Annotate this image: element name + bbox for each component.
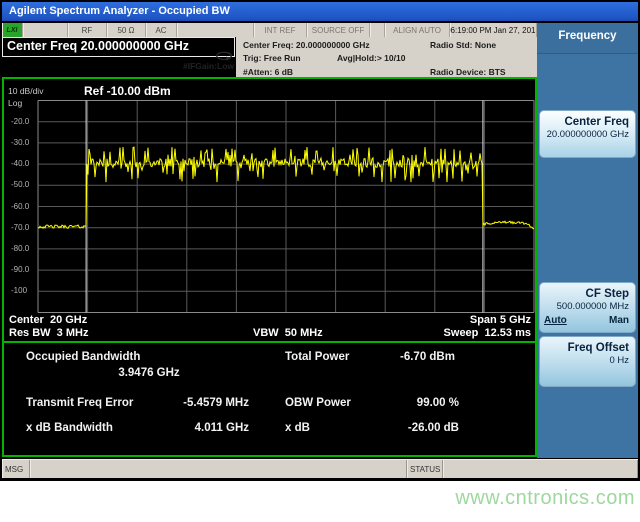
- total-power-value: -6.70 dBm: [400, 351, 455, 363]
- freq-offset-softkey[interactable]: Freq Offset 0 Hz: [539, 336, 636, 387]
- obw-power-label: OBW Power: [285, 397, 351, 409]
- analyzer-window: Agilent Spectrum Analyzer - Occupied BW …: [0, 0, 640, 481]
- status-label: STATUS: [407, 460, 443, 478]
- y-axis-label: -20.0: [11, 117, 29, 126]
- vbw-annotation: VBW 50 MHz: [253, 327, 323, 339]
- lxi-badge: LXI: [2, 23, 23, 37]
- xdb-label: x dB: [285, 422, 310, 434]
- y-axis-label: -70.0: [11, 223, 29, 232]
- y-axis-label: -90.0: [11, 265, 29, 274]
- watermark: www.cntronics.com: [455, 487, 635, 510]
- message-status-bar: MSG STATUS: [2, 459, 638, 478]
- status-coupling: AC: [146, 23, 177, 37]
- msg-field: [30, 460, 407, 478]
- y-axis-label: -40.0: [11, 159, 29, 168]
- status-rf: RF: [68, 23, 107, 37]
- obw-label: Occupied Bandwidth: [26, 351, 140, 363]
- status-spacer: [370, 23, 385, 37]
- status-source: SOURCE OFF: [307, 23, 370, 37]
- setting-trigger: Trig: Free Run: [243, 53, 301, 63]
- spectrum-plot: [37, 100, 535, 313]
- y-axis-label: -60.0: [11, 202, 29, 211]
- y-axis-label: -80.0: [11, 244, 29, 253]
- span-annotation: Span 5 GHz: [470, 314, 531, 326]
- spectrum-graph: 10 dB/div Log Ref -10.00 dBm -20.0-30.0-…: [4, 79, 535, 341]
- center-freq-annotation: Center 20 GHz: [9, 314, 87, 326]
- cf-step-softkey-label: CF Step: [544, 288, 629, 301]
- page: Agilent Spectrum Analyzer - Occupied BW …: [0, 0, 640, 522]
- setting-atten: #Atten: 6 dB: [243, 67, 293, 77]
- xdb-value: -26.00 dB: [364, 422, 459, 434]
- active-function-display: Center Freq 20.000000000 GHz: [2, 37, 235, 57]
- softkey-menu-title: Frequency: [537, 23, 638, 53]
- cf-step-man-option[interactable]: Man: [609, 314, 629, 328]
- obw-power-value: 99.00 %: [364, 397, 459, 409]
- cf-step-auto-option[interactable]: Auto: [544, 314, 567, 328]
- setting-center-freq: Center Freq: 20.000000000 GHz: [243, 40, 370, 50]
- setting-radio-std: Radio Std: None: [430, 40, 496, 50]
- window-titlebar: Agilent Spectrum Analyzer - Occupied BW: [2, 2, 638, 21]
- sweep-annotation: Sweep 12.53 ms: [444, 327, 531, 339]
- freq-offset-softkey-label: Freq Offset: [544, 342, 629, 355]
- cf-step-softkey[interactable]: CF Step 500.000000 MHz Auto Man: [539, 282, 636, 333]
- obw-value: 3.9476 GHz: [44, 367, 254, 379]
- y-axis-label: -30.0: [11, 138, 29, 147]
- status-impedance: 50 Ω: [107, 23, 146, 37]
- setting-radio-device: Radio Device: BTS: [430, 67, 506, 77]
- measurement-display: 10 dB/div Log Ref -10.00 dBm -20.0-30.0-…: [2, 77, 537, 457]
- status-align: ALIGN AUTO: [385, 23, 450, 37]
- window-title: Agilent Spectrum Analyzer - Occupied BW: [9, 5, 230, 17]
- center-freq-softkey[interactable]: Center Freq 20.000000000 GHz: [539, 110, 636, 158]
- softkey-panel: Frequency Center Freq 20.000000000 GHz C…: [537, 23, 638, 458]
- transmit-freq-error-value: -5.4579 MHz: [154, 397, 249, 409]
- status-datetime: 06:19:00 PM Jan 27, 2015: [450, 23, 537, 37]
- obw-results-panel: Occupied Bandwidth 3.9476 GHz Total Powe…: [4, 343, 535, 455]
- cf-step-softkey-value: 500.000000 MHz: [544, 301, 629, 313]
- continuous-sweep-icon: [214, 48, 234, 66]
- y-axis-labels: -20.0 -30.0 -40.0 -50.0 -60.0 -70.0 -80.0 -90.0…: [7, 79, 36, 341]
- xdb-bandwidth-label: x dB Bandwidth: [26, 422, 113, 434]
- center-freq-softkey-label: Center Freq: [544, 116, 629, 129]
- xdb-bandwidth-value: 4.011 GHz: [154, 422, 249, 434]
- status-spacer: [23, 23, 68, 37]
- total-power-label: Total Power: [285, 351, 349, 363]
- y-axis-label: -100: [11, 286, 27, 295]
- active-function-second-line: [2, 59, 96, 77]
- freq-offset-softkey-value: 0 Hz: [544, 355, 629, 367]
- status-spacer: [177, 23, 254, 37]
- center-freq-softkey-value: 20.000000000 GHz: [544, 129, 629, 141]
- y-axis-label: -50.0: [11, 180, 29, 189]
- ref-level-label: Ref -10.00 dBm: [84, 84, 171, 98]
- msg-label: MSG: [2, 460, 30, 478]
- res-bw-annotation: Res BW 3 MHz: [9, 327, 88, 339]
- transmit-freq-error-label: Transmit Freq Error: [26, 397, 133, 409]
- settings-summary-panel: Center Freq: 20.000000000 GHz Trig: Free…: [236, 37, 537, 80]
- top-status-bar: LXI RF 50 Ω AC INT REF SOURCE OFF ALIGN …: [2, 23, 537, 37]
- status-int-ref: INT REF: [254, 23, 307, 37]
- status-field: [443, 460, 638, 478]
- setting-avg-hold: Avg|Hold:> 10/10: [337, 53, 405, 63]
